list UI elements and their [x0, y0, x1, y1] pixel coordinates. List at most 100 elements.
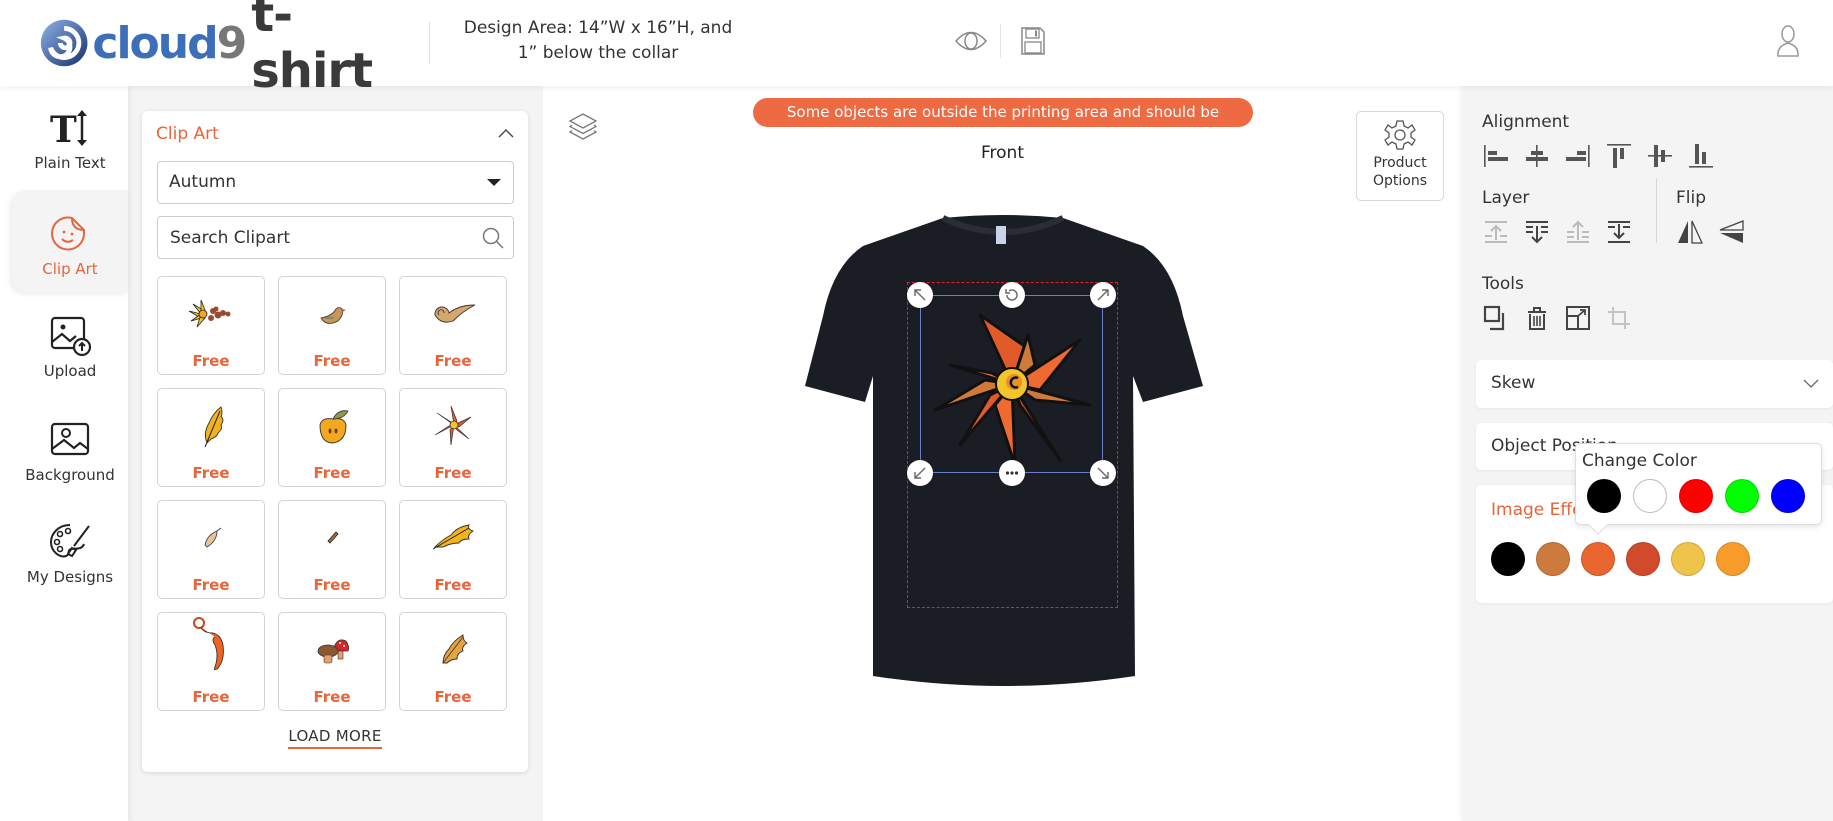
nav-label: Clip Art: [42, 260, 98, 278]
bring-forward-icon: [1485, 221, 1507, 243]
clipart-price: Free: [434, 576, 472, 594]
chevron-down-icon[interactable]: [1803, 379, 1819, 389]
clipart-tile[interactable]: Free: [278, 276, 386, 375]
send-backward-button[interactable]: [1523, 218, 1551, 246]
gear-icon: [1384, 120, 1416, 150]
clipart-tile[interactable]: Free: [157, 612, 265, 711]
clipart-price: Free: [192, 688, 230, 706]
nav-my-designs[interactable]: My Designs: [12, 510, 128, 610]
duplicate-icon: [1483, 305, 1505, 331]
image-color-swatch[interactable]: [1491, 542, 1525, 576]
product-options-button[interactable]: Product Options: [1356, 111, 1444, 201]
search-icon[interactable]: [481, 226, 505, 250]
align-middle-vertical-button[interactable]: [1646, 142, 1674, 170]
resize-to-fit-button[interactable]: [1564, 304, 1592, 332]
flip-vertical-button[interactable]: [1717, 218, 1745, 246]
image-icon: [50, 422, 90, 456]
rotate-handle[interactable]: [999, 282, 1025, 308]
resize-handle-bottom-left[interactable]: [907, 460, 933, 486]
brand-logo[interactable]: cloud 9 t-shirt: [38, 0, 408, 99]
account-button[interactable]: [1775, 24, 1801, 58]
clipart-price: Free: [434, 352, 472, 370]
resize-handle-top-right[interactable]: [1090, 282, 1116, 308]
logo-text-tshirt: t-shirt: [251, 0, 373, 99]
clipart-tile[interactable]: Free: [278, 388, 386, 487]
bring-to-front-button[interactable]: [1564, 218, 1592, 246]
crop-button[interactable]: [1605, 304, 1633, 332]
image-color-swatch[interactable]: [1716, 542, 1750, 576]
svg-text:T: T: [50, 109, 77, 150]
clipart-tile[interactable]: Free: [278, 500, 386, 599]
header-divider: [429, 22, 430, 64]
clipart-tile[interactable]: Free: [157, 388, 265, 487]
preview-button[interactable]: [954, 28, 988, 54]
more-options-handle[interactable]: [999, 460, 1025, 486]
align-center-horizontal-button[interactable]: [1523, 142, 1551, 170]
image-color-swatch[interactable]: [1581, 542, 1615, 576]
flip-horizontal-button[interactable]: [1676, 218, 1704, 246]
skew-section[interactable]: Skew: [1476, 360, 1833, 408]
nav-plain-text[interactable]: T Plain Text: [12, 96, 128, 196]
change-color-swatch[interactable]: [1587, 479, 1621, 513]
change-color-swatch[interactable]: [1679, 479, 1713, 513]
clipart-tile[interactable]: Free: [399, 388, 507, 487]
load-more-button[interactable]: LOAD MORE: [288, 727, 382, 749]
change-color-swatch[interactable]: [1725, 479, 1759, 513]
product-options-label-2: Options: [1372, 173, 1428, 189]
send-backward-icon: [1526, 221, 1548, 244]
red-flower-art: [434, 405, 472, 446]
clipart-tile[interactable]: Free: [278, 612, 386, 711]
align-top-button[interactable]: [1605, 142, 1633, 170]
category-selected-value: Autumn: [169, 172, 237, 192]
nav-upload[interactable]: Upload: [12, 304, 128, 404]
send-to-back-button[interactable]: [1605, 218, 1633, 246]
image-color-swatch[interactable]: [1626, 542, 1660, 576]
save-icon: [1021, 27, 1045, 55]
nav-clip-art[interactable]: Clip Art: [12, 190, 128, 292]
clipart-price: Free: [313, 688, 351, 706]
save-button[interactable]: [1020, 26, 1046, 56]
header-divider: [1000, 24, 1001, 58]
layers-button[interactable]: [567, 112, 599, 142]
resize-handle-bottom-right[interactable]: [1090, 460, 1116, 486]
change-color-swatch[interactable]: [1633, 479, 1667, 513]
clip-art-title: Clip Art: [156, 124, 219, 144]
arrow-down-left-icon: [914, 467, 926, 479]
image-color-swatch[interactable]: [1671, 542, 1705, 576]
change-color-title: Change Color: [1582, 451, 1697, 471]
sunflower-berries-art: [188, 299, 231, 328]
chevron-up-icon[interactable]: [498, 127, 514, 139]
bring-forward-button[interactable]: [1482, 218, 1510, 246]
image-color-swatch[interactable]: [1536, 542, 1570, 576]
duplicate-button[interactable]: [1482, 304, 1510, 332]
swirl-wind-art: [434, 304, 476, 323]
sticker-icon: [51, 216, 85, 251]
logo-swirl-icon: [40, 19, 88, 67]
align-bottom-button[interactable]: [1687, 142, 1715, 170]
align-right-button[interactable]: [1564, 142, 1592, 170]
nav-background[interactable]: Background: [12, 408, 128, 508]
resize-handle-top-left[interactable]: [907, 282, 933, 308]
align-center-horizontal-icon: [1526, 145, 1548, 167]
clipart-price: Free: [313, 352, 351, 370]
change-color-swatch[interactable]: [1771, 479, 1805, 513]
clipart-search-input[interactable]: [158, 217, 458, 258]
clipart-tile[interactable]: Free: [399, 500, 507, 599]
side-label: Front: [981, 143, 1024, 163]
clipart-tile[interactable]: Free: [157, 500, 265, 599]
category-select[interactable]: Autumn: [157, 161, 514, 204]
clipart-tile[interactable]: Free: [399, 612, 507, 711]
crop-icon: [1608, 307, 1630, 329]
logo-text-cloud: cloud: [92, 17, 218, 69]
layers-icon: [568, 113, 598, 140]
clipart-tile[interactable]: Free: [399, 276, 507, 375]
nav-label: Upload: [43, 362, 97, 380]
design-area-info: Design Area: 14”W x 16”H, and 1” below t…: [455, 16, 741, 66]
load-more-container: LOAD MORE: [142, 726, 528, 749]
clipart-tile[interactable]: Free: [157, 276, 265, 375]
nav-label: Background: [25, 466, 115, 484]
trash-icon: [1528, 307, 1546, 330]
clipart-price: Free: [434, 688, 472, 706]
delete-button[interactable]: [1523, 304, 1551, 332]
align-left-button[interactable]: [1482, 142, 1510, 170]
